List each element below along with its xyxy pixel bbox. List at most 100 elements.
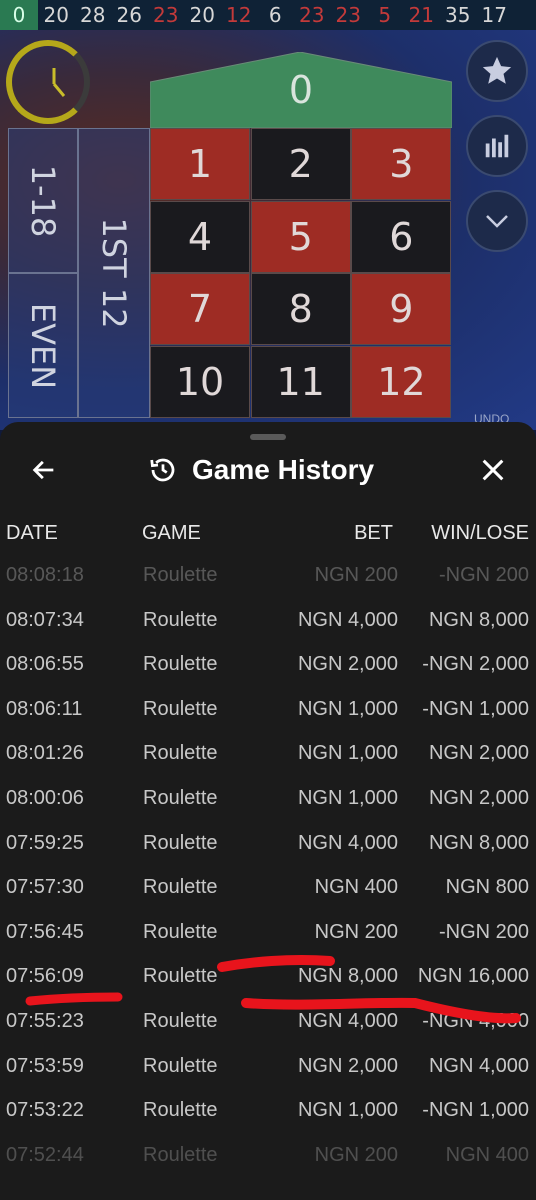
table-row: 07:56:09 Roulette NGN 8,000 NGN 16,000	[0, 963, 536, 1008]
cell-win-lose: -NGN 200	[438, 920, 529, 943]
bet-spot-number[interactable]: 12	[351, 345, 452, 418]
cell-bet: NGN 200	[314, 564, 398, 586]
cell-win-lose: -NGN 2,000	[422, 653, 529, 676]
star-icon	[482, 56, 512, 84]
number-grid: 1 2 3 4 5 6 7 8 9 10 11 12	[150, 128, 452, 418]
table-row: 08:06:11 Roulette NGN 1,000 -NGN 1,000	[0, 696, 536, 741]
cell-date: 07:55:23	[6, 1009, 84, 1032]
cell-win-lose: -NGN 4,000	[422, 1009, 529, 1032]
table-row: 08:07:34 Roulette NGN 4,000 NGN 8,000	[0, 607, 536, 652]
column-header-game: GAME	[142, 522, 201, 544]
result-green: 0	[0, 0, 38, 30]
table-row: 07:55:23 Roulette NGN 4,000 -NGN 4,000	[0, 1008, 536, 1053]
cell-game: Roulette	[143, 965, 218, 988]
cell-bet: NGN 1,000	[297, 742, 398, 765]
bet-spot-even-label: EVEN	[24, 302, 62, 389]
result-red: 21	[408, 3, 434, 27]
cell-date: 07:56:09	[6, 965, 84, 988]
cell-date: 07:56:45	[6, 920, 84, 943]
bet-spot-even[interactable]: EVEN	[8, 273, 78, 418]
table-header: DATE GAME BET WIN/LOSE	[0, 522, 536, 552]
recent-results-strip: 0 20 28 26 23 20 12 6 23 23 5 21 35 17	[0, 0, 536, 30]
cell-date: 07:52:44	[6, 1143, 84, 1166]
cell-bet: NGN 1,000	[297, 697, 398, 720]
close-icon	[482, 459, 504, 481]
bet-spot-number[interactable]: 9	[351, 273, 452, 345]
cell-game: Roulette	[143, 742, 218, 765]
cell-bet: NGN 8,000	[297, 965, 398, 988]
bet-spot-number[interactable]: 10	[150, 345, 250, 418]
cell-bet: NGN 4,000	[297, 831, 398, 854]
result-black: 20	[43, 3, 69, 27]
collapse-button[interactable]	[466, 190, 528, 252]
bet-spot-1st-12-label: 1ST 12	[95, 217, 133, 329]
round-timer	[6, 40, 90, 124]
bet-spot-number[interactable]: 2	[250, 128, 351, 200]
cell-date: 07:59:25	[6, 831, 84, 854]
cell-date: 07:57:30	[6, 876, 84, 899]
bet-spot-1-18[interactable]: 1-18	[8, 128, 78, 273]
cell-bet: NGN 200	[314, 1143, 398, 1166]
table-row: 08:08:18 Roulette NGN 200 -NGN 200	[0, 562, 536, 607]
bet-spot-number[interactable]: 4	[150, 200, 250, 273]
column-header-date: DATE	[6, 522, 58, 544]
panel-header: Game History	[148, 450, 374, 490]
table-row: 07:53:22 Roulette NGN 1,000 -NGN 1,000	[0, 1097, 536, 1142]
cell-game: Roulette	[143, 1143, 218, 1166]
table-row: 08:06:55 Roulette NGN 2,000 -NGN 2,000	[0, 651, 536, 696]
cell-win-lose: NGN 2,000	[428, 742, 529, 765]
result-black: 6	[268, 3, 282, 27]
statistics-button[interactable]	[466, 115, 528, 177]
cell-date: 08:01:26	[6, 742, 84, 765]
cell-bet: NGN 4,000	[297, 1009, 398, 1032]
cell-win-lose: NGN 8,000	[428, 831, 529, 854]
result-red: 23	[153, 3, 179, 27]
bet-spot-1-18-label: 1-18	[24, 164, 62, 237]
history-list[interactable]: 08:08:18 Roulette NGN 200 -NGN 200 08:07:34 R…	[0, 562, 536, 1186]
favorite-button[interactable]	[466, 40, 528, 102]
cell-win-lose: -NGN 200	[438, 564, 529, 586]
cell-win-lose: NGN 4,000	[428, 1054, 529, 1077]
bet-spot-zero[interactable]: 0	[150, 52, 452, 128]
column-header-bet: BET	[354, 522, 393, 544]
cell-game: Roulette	[143, 876, 218, 899]
table-row: 07:57:30 Roulette NGN 400 NGN 800	[0, 874, 536, 919]
cell-game: Roulette	[143, 653, 218, 676]
arrow-left-icon	[32, 460, 54, 480]
result-black: 20	[189, 3, 215, 27]
column-header-win-lose: WIN/LOSE	[431, 522, 529, 544]
drag-handle[interactable]	[250, 434, 286, 440]
table-row: 07:53:59 Roulette NGN 2,000 NGN 4,000	[0, 1053, 536, 1098]
cell-win-lose: NGN 8,000	[428, 608, 529, 631]
result-black: 26	[116, 3, 142, 27]
cell-date: 08:06:55	[6, 653, 84, 676]
bet-spot-1st-12[interactable]: 1ST 12	[78, 128, 150, 418]
bet-spot-number[interactable]: 1	[150, 128, 250, 200]
bet-spot-number[interactable]: 11	[250, 345, 351, 418]
cell-win-lose: -NGN 1,000	[422, 1099, 529, 1122]
cell-date: 08:00:06	[6, 786, 84, 809]
result-red: 12	[226, 3, 252, 27]
bet-spot-number[interactable]: 8	[250, 273, 351, 345]
cell-win-lose: NGN 400	[445, 1143, 529, 1166]
clock-icon	[52, 68, 66, 97]
cell-bet: NGN 400	[314, 876, 398, 899]
bet-spot-number[interactable]: 5	[250, 200, 351, 273]
back-button[interactable]	[28, 452, 60, 488]
cell-date: 08:07:34	[6, 608, 84, 631]
cell-date: 07:53:59	[6, 1054, 84, 1077]
chevron-down-icon	[486, 215, 508, 228]
cell-date: 07:53:22	[6, 1099, 84, 1122]
bet-spot-number[interactable]: 6	[351, 200, 452, 273]
cell-win-lose: NGN 16,000	[417, 965, 529, 988]
bet-spot-number[interactable]: 7	[150, 273, 250, 345]
cell-date: 08:08:18	[6, 564, 84, 586]
cell-game: Roulette	[143, 1054, 218, 1077]
bet-spot-number[interactable]: 3	[351, 128, 452, 200]
cell-bet: NGN 2,000	[297, 1054, 398, 1077]
table-row: 07:56:45 Roulette NGN 200 -NGN 200	[0, 919, 536, 964]
cell-win-lose: NGN 2,000	[428, 786, 529, 809]
cell-date: 08:06:11	[6, 697, 83, 720]
close-button[interactable]	[476, 452, 510, 488]
result-red: 5	[378, 3, 392, 27]
